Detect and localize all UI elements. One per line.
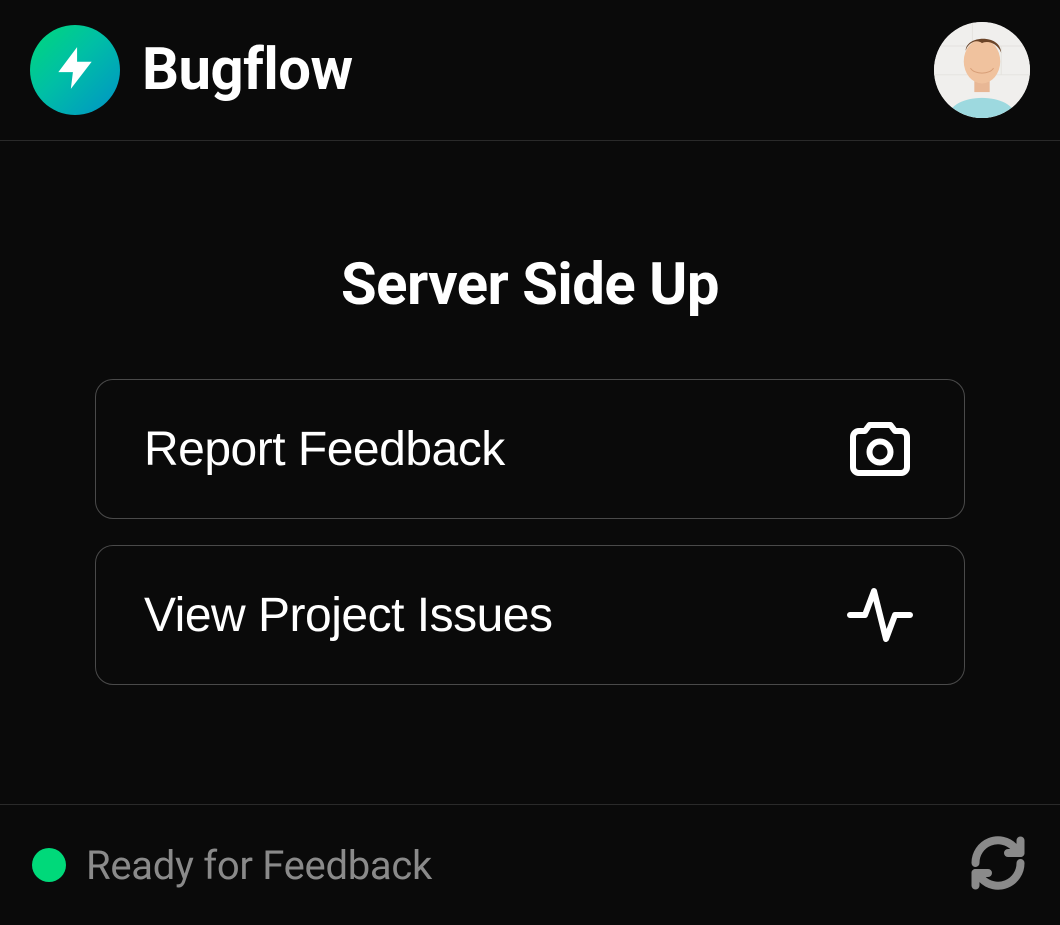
app-footer: Ready for Feedback xyxy=(0,804,1060,925)
app-header: Bugflow xyxy=(0,0,1060,141)
refresh-button[interactable] xyxy=(968,833,1028,897)
user-avatar[interactable] xyxy=(934,22,1030,118)
refresh-icon xyxy=(968,833,1028,897)
status-text: Ready for Feedback xyxy=(86,842,432,889)
view-project-issues-button[interactable]: View Project Issues xyxy=(95,545,965,685)
activity-icon xyxy=(844,579,916,651)
bolt-icon xyxy=(50,43,100,97)
status-indicator-dot xyxy=(32,848,66,882)
avatar-image xyxy=(934,22,1030,118)
action-label: Report Feedback xyxy=(144,422,505,477)
brand: Bugflow xyxy=(30,25,353,115)
report-feedback-button[interactable]: Report Feedback xyxy=(95,379,965,519)
brand-name: Bugflow xyxy=(142,36,353,104)
status: Ready for Feedback xyxy=(32,842,432,889)
action-label: View Project Issues xyxy=(144,588,552,643)
camera-icon xyxy=(844,413,916,485)
action-list: Report Feedback View Project Issues xyxy=(95,379,965,685)
main-content: Server Side Up Report Feedback View Proj… xyxy=(0,141,1060,804)
page-title: Server Side Up xyxy=(341,251,719,319)
brand-logo xyxy=(30,25,120,115)
